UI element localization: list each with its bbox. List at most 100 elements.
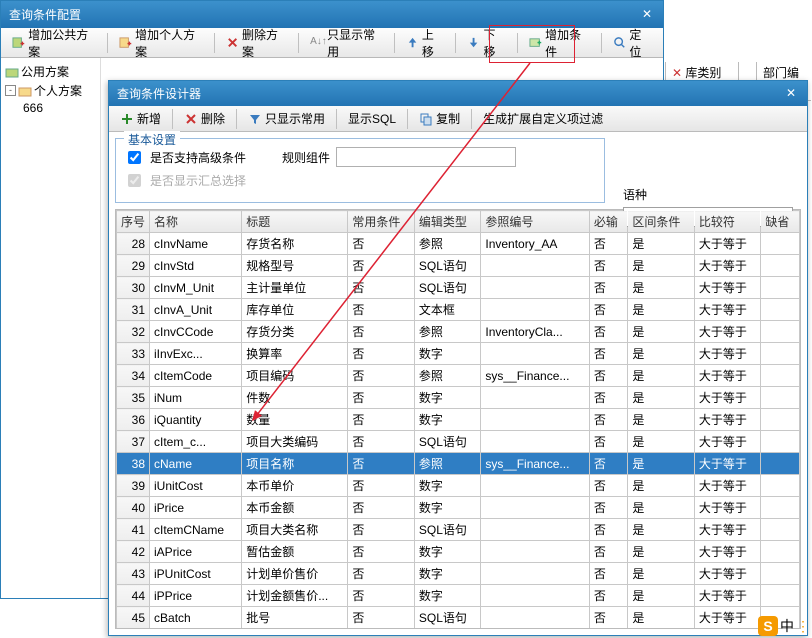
cell[interactable]: iPUnitCost [150,563,242,585]
cell[interactable]: 大于等于 [694,607,761,629]
table-row[interactable]: 42iAPrice暂估金额否数字否是大于等于 [117,541,800,563]
cell[interactable]: 否 [589,343,628,365]
cell[interactable]: cInvA_Unit [150,299,242,321]
cell[interactable]: 大于等于 [694,387,761,409]
cell[interactable]: 否 [348,387,415,409]
col-header[interactable]: 比较符 [694,211,761,233]
cell[interactable]: 件数 [242,387,348,409]
tree-child-666[interactable]: 666 [5,100,96,116]
cell[interactable]: 否 [589,277,628,299]
move-up-button[interactable]: 上移 [399,31,452,55]
cell[interactable] [481,475,590,497]
cell[interactable]: 否 [348,585,415,607]
cell[interactable]: 大于等于 [694,585,761,607]
cell[interactable]: 大于等于 [694,299,761,321]
cell[interactable]: 大于等于 [694,277,761,299]
cell[interactable]: 大于等于 [694,255,761,277]
cell[interactable] [481,255,590,277]
cell[interactable]: 否 [589,431,628,453]
cell[interactable]: 33 [117,343,150,365]
cell[interactable]: 是 [628,409,695,431]
cell[interactable]: SQL语句 [414,255,481,277]
cell[interactable] [481,629,590,630]
cell[interactable]: 大于等于 [694,431,761,453]
table-row[interactable]: 32cInvCCode存货分类否参照InventoryCla...否是大于等于 [117,321,800,343]
table-row[interactable]: 41cItemCName项目大类名称否SQL语句否是大于等于 [117,519,800,541]
cell[interactable]: 是 [628,321,695,343]
table-row[interactable]: 43iPUnitCost计划单价售价否数字否是大于等于 [117,563,800,585]
table-row[interactable]: 40iPrice本币金额否数字否是大于等于 [117,497,800,519]
cell[interactable]: 否 [348,563,415,585]
cell[interactable]: 是 [628,585,695,607]
cell[interactable]: 34 [117,365,150,387]
add-condition-button[interactable]: 增加条件 [522,31,597,55]
cell[interactable]: 否 [589,475,628,497]
cell[interactable]: 否 [589,497,628,519]
cell[interactable]: 否 [348,365,415,387]
cell[interactable]: 32 [117,321,150,343]
table-row[interactable]: 38cName项目名称否参照sys__Finance...否是大于等于 [117,453,800,475]
cell[interactable]: 否 [589,607,628,629]
cell[interactable]: 项目大类名称 [242,519,348,541]
adv-condition-checkbox[interactable] [128,151,141,164]
cell[interactable] [481,431,590,453]
col-header[interactable]: 缺省 [761,211,800,233]
cell[interactable]: 否 [348,255,415,277]
close-icon[interactable]: ✕ [783,86,799,102]
cell[interactable]: 否 [589,519,628,541]
table-row[interactable]: 39iUnitCost本币单价否数字否是大于等于 [117,475,800,497]
tree-collapse-icon[interactable]: - [5,85,16,96]
cell[interactable] [761,365,800,387]
cell[interactable]: 主计量单位 [242,277,348,299]
cell[interactable]: SQL语句 [414,431,481,453]
cell[interactable]: 本币单价 [242,475,348,497]
col-header[interactable]: 名称 [150,211,242,233]
cell[interactable]: cInvStd [150,255,242,277]
cell[interactable]: iPPrice [150,585,242,607]
cell[interactable]: 31 [117,299,150,321]
cell[interactable]: 否 [589,299,628,321]
table-row[interactable]: 31cInvA_Unit库存单位否文本框否是大于等于 [117,299,800,321]
cell[interactable]: 项目编码 [242,365,348,387]
col-header[interactable]: 区间条件 [628,211,695,233]
ime-badge[interactable]: S 中 ⋮ [758,616,810,636]
cell[interactable]: 是 [628,497,695,519]
cell[interactable]: 否 [348,277,415,299]
cell[interactable]: iQuantity [150,409,242,431]
cell[interactable] [481,519,590,541]
cell[interactable]: 否 [589,409,628,431]
cell[interactable]: 43 [117,563,150,585]
cell[interactable]: 是 [628,299,695,321]
cell[interactable]: 是 [628,519,695,541]
cell[interactable]: 存货名称 [242,233,348,255]
cell[interactable] [761,277,800,299]
cell[interactable] [761,299,800,321]
table-row[interactable]: 34cItemCode项目编码否参照sys__Finance...否是大于等于 [117,365,800,387]
cell[interactable]: 数字 [414,387,481,409]
locate-button[interactable]: 定位 [606,31,659,55]
cell[interactable]: 库存单位 [242,299,348,321]
cell[interactable]: cItemCode [150,365,242,387]
cell[interactable] [481,541,590,563]
conditions-grid[interactable]: 序号名称标题常用条件编辑类型参照编号必输区间条件比较符缺省 28cInvName… [115,209,801,629]
cell[interactable]: 参照 [414,453,481,475]
cell[interactable] [761,321,800,343]
cell[interactable]: cItem_c... [150,431,242,453]
add-public-plan-button[interactable]: 增加公共方案 [5,31,103,55]
cell[interactable]: 37 [117,431,150,453]
cell[interactable]: SQL语句 [414,607,481,629]
cell[interactable]: 38 [117,453,150,475]
cell[interactable]: iAPrice [150,541,242,563]
cell[interactable]: 项目大类编码 [242,431,348,453]
close-icon[interactable]: ✕ [639,7,655,23]
cell[interactable]: 规格型号 [242,255,348,277]
cell[interactable]: 参照 [414,233,481,255]
cell[interactable]: 否 [348,233,415,255]
cell[interactable] [761,519,800,541]
cell[interactable]: 数字 [414,497,481,519]
cell[interactable]: 否 [348,629,415,630]
cell[interactable] [761,255,800,277]
cell[interactable]: 数量 [242,409,348,431]
cell[interactable] [761,497,800,519]
cell[interactable]: cInvName [150,233,242,255]
